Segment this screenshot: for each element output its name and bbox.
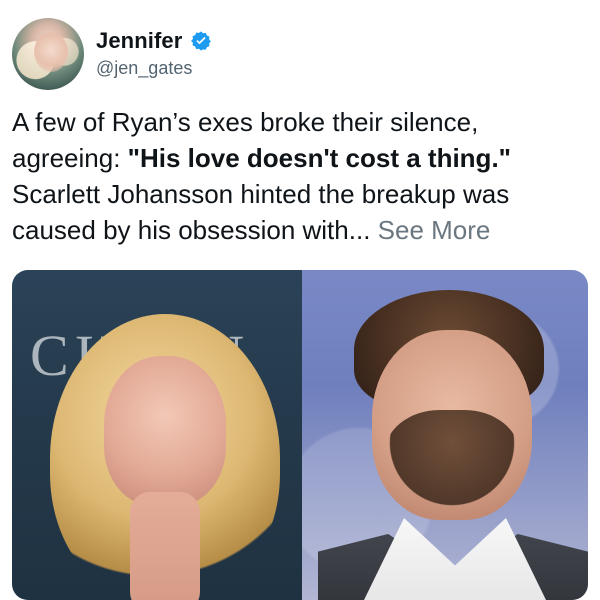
right-image-beard: [384, 410, 520, 520]
verified-badge-icon-svg: [191, 31, 212, 51]
author-handle[interactable]: @jen_gates: [96, 58, 192, 79]
tweet-media[interactable]: CIT EN: [12, 270, 588, 600]
left-image-face: [104, 356, 226, 506]
media-left-image[interactable]: CIT EN: [12, 270, 302, 600]
avatar-face: [34, 32, 68, 72]
verified-badge-icon: [190, 30, 212, 52]
tweet-header: Jennifer @jen_gates: [12, 18, 572, 90]
see-more-link[interactable]: See More: [378, 215, 491, 245]
media-right-image[interactable]: [302, 270, 588, 600]
author-avatar[interactable]: [12, 18, 84, 90]
tweet-text: A few of Ryan’s exes broke their silence…: [12, 104, 588, 248]
author-name-row: Jennifer: [96, 28, 212, 54]
author-name[interactable]: Jennifer: [96, 28, 182, 54]
tweet-text-bold-quote: "His love doesn't cost a thing.": [127, 143, 511, 173]
left-image-neck: [130, 492, 200, 600]
